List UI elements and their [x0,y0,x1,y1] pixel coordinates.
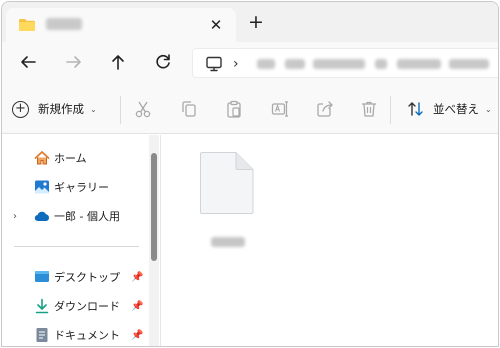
pin-icon[interactable]: 📌 [131,272,143,283]
arrow-right-icon [66,56,81,68]
tab-bar: ✕ + [2,2,498,42]
sidebar-scrollbar[interactable] [149,135,159,346]
sort-icon [408,102,423,116]
pin-icon[interactable]: 📌 [131,330,143,341]
sidebar-item-label: ホーム [54,152,87,165]
toolbar-divider [120,96,121,124]
cut-icon [135,101,151,118]
pin-icon[interactable]: 📌 [131,301,143,312]
sidebar-item-home[interactable]: ホーム [2,145,147,171]
sidebar-item-desktop[interactable]: デスクトップ 📌 [2,264,147,290]
download-icon [35,298,49,314]
new-tab-button[interactable]: + [246,12,266,32]
refresh-icon [156,54,170,69]
cut-button[interactable] [133,99,153,119]
breadcrumb-redacted [285,59,305,69]
rename-button[interactable] [270,99,290,119]
file-item[interactable] [195,151,259,251]
gallery-icon [35,180,49,194]
file-name-redacted [211,237,245,247]
arrow-left-icon [21,56,36,68]
navigation-pane: ホーム ギャラリー › 一郎 - 個人用 デスクトップ 📌 ダウンロード 📌 ド… [2,135,160,346]
sort-button-label: 並べ替え [433,102,479,116]
sidebar-item-downloads[interactable]: ダウンロード 📌 [2,293,147,319]
sort-button[interactable]: 並べ替え ⌄ [406,98,492,120]
address-bar[interactable]: › [192,48,498,78]
share-icon [317,101,333,117]
sidebar-item-label: デスクトップ [54,271,120,284]
rename-icon [271,101,288,117]
up-button[interactable] [106,50,130,74]
chevron-down-icon: ⌄ [485,104,492,114]
delete-button[interactable] [359,99,379,119]
file-list-area[interactable] [161,135,498,346]
tab-close-button[interactable]: ✕ [206,15,226,35]
tab-title-redacted [46,18,82,30]
breadcrumb-redacted [449,59,489,69]
paste-button[interactable] [224,99,244,119]
back-button[interactable] [16,50,40,74]
paste-icon [227,100,241,118]
home-icon [34,151,50,165]
copy-button[interactable] [179,99,199,119]
navigation-bar: › [2,42,498,84]
forward-button[interactable] [62,50,86,74]
breadcrumb-redacted [257,59,275,69]
sidebar-item-label: ギャラリー [54,181,109,194]
sidebar-item-gallery[interactable]: ギャラリー [2,174,147,200]
documents-icon [36,328,48,342]
plus-circle-icon: + [12,100,29,118]
breadcrumb-redacted [375,59,387,69]
sidebar-item-label: ドキュメント [54,329,120,342]
new-button-label: 新規作成 [38,102,84,116]
sidebar-divider [14,246,139,247]
toolbar-divider [390,96,391,124]
command-bar: + 新規作成 ⌄ 並べ替え ⌄ [2,84,498,134]
copy-icon [182,101,196,117]
breadcrumb-redacted [313,59,365,69]
breadcrumb-separator: › [233,56,239,72]
new-button[interactable]: + 新規作成 ⌄ [12,98,97,120]
scrollbar-thumb[interactable] [151,153,157,261]
chevron-down-icon: ⌄ [90,104,97,114]
desktop-icon [35,271,49,282]
sidebar-item-label: 一郎 - 個人用 [54,210,120,223]
tab-current-folder[interactable]: ✕ [6,8,236,42]
sidebar-item-onedrive[interactable]: › 一郎 - 個人用 [2,203,147,229]
blank-file-icon [200,152,254,214]
share-button[interactable] [315,99,335,119]
expand-chevron-icon[interactable]: › [13,211,17,222]
file-explorer-window: ✕ + › + 新規作成 ⌄ 並べ替え ⌄ ホーム ギャラリー › 一郎 - 個… [1,1,499,347]
sidebar-item-documents[interactable]: ドキュメント 📌 [2,322,147,346]
arrow-up-icon [112,55,124,70]
breadcrumb-redacted [397,59,441,69]
this-pc-icon [206,56,222,72]
folder-icon [19,19,35,31]
refresh-button[interactable] [151,50,175,74]
onedrive-icon [34,211,50,222]
sidebar-item-label: ダウンロード [54,300,120,313]
delete-icon [362,101,376,117]
